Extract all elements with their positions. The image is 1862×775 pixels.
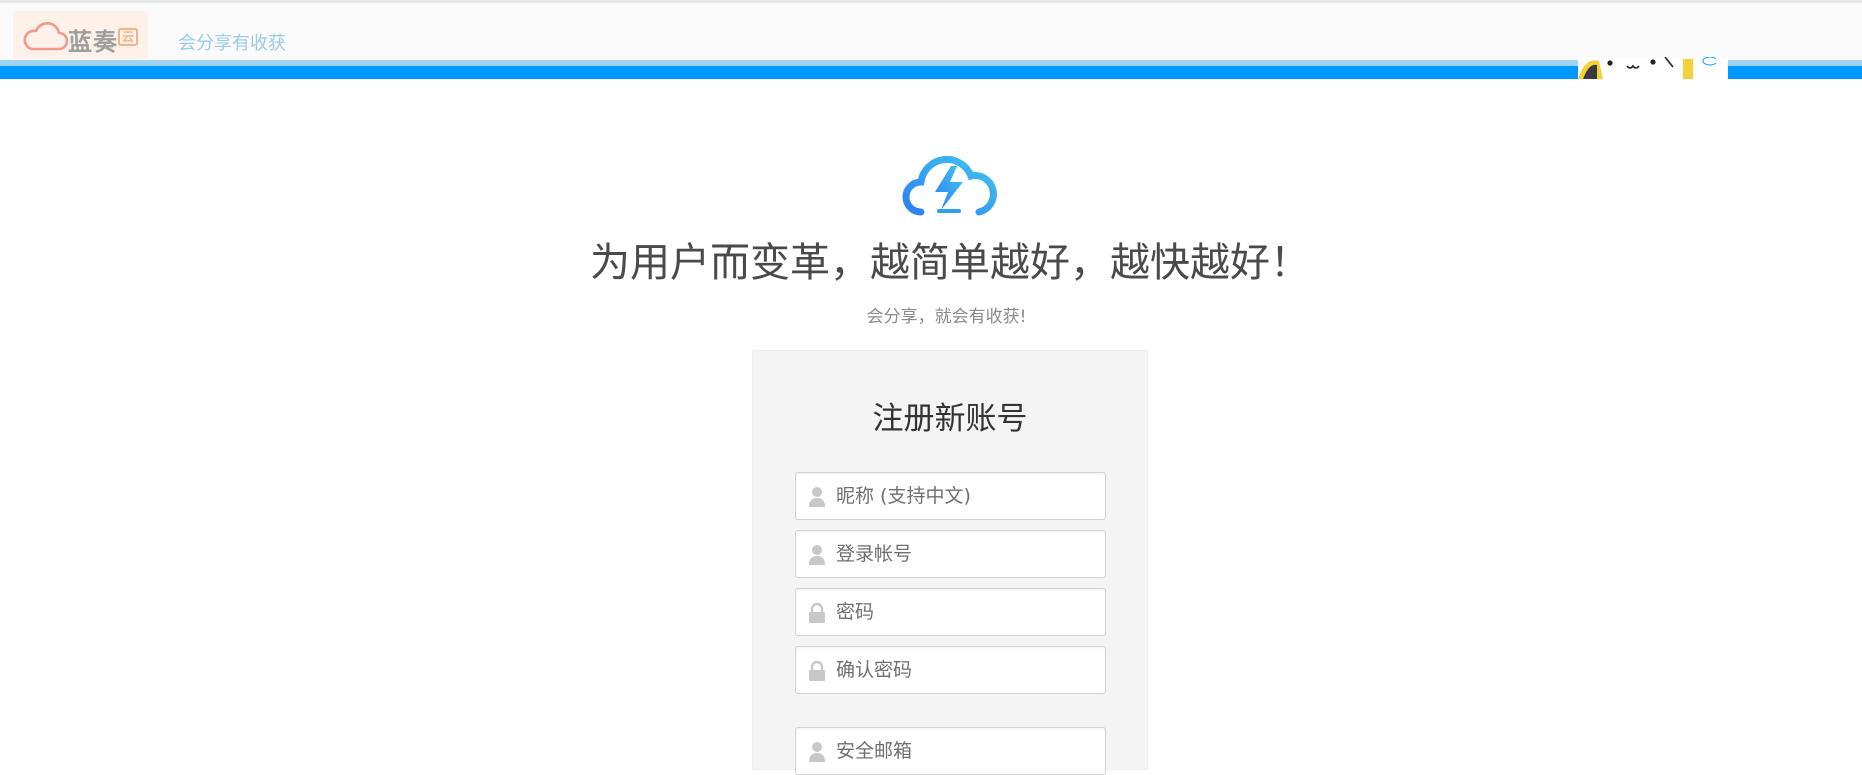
- logo-text: 蓝奏: [68, 28, 118, 56]
- cloud-icon: [23, 21, 69, 51]
- site-logo[interactable]: 蓝奏 云: [13, 11, 148, 59]
- user-icon: [809, 487, 825, 507]
- email-input[interactable]: [834, 728, 1099, 774]
- password-field: [795, 588, 1106, 636]
- site-header: 蓝奏 云 会分享有收获: [0, 3, 1862, 61]
- account-field: [795, 530, 1106, 578]
- hero-title: 为用户而变革，越简单越好，越快越好！: [590, 240, 1310, 286]
- confirm-password-field: [795, 646, 1106, 694]
- lock-icon: [809, 602, 825, 623]
- mascot-image: [1578, 57, 1728, 79]
- nickname-field: [795, 472, 1106, 520]
- lock-icon: [809, 660, 825, 681]
- user-icon: [809, 742, 825, 762]
- user-icon: [809, 545, 825, 565]
- hero-subtitle: 会分享，就会有收获!: [866, 307, 1027, 327]
- slogan-link[interactable]: 会分享有收获: [178, 29, 286, 55]
- confirm-password-input[interactable]: [834, 647, 1099, 693]
- email-field: [795, 727, 1106, 775]
- register-panel: 注册新账号: [752, 350, 1148, 775]
- password-input[interactable]: [834, 589, 1099, 635]
- cloud-lightning-icon: [902, 155, 997, 216]
- nickname-input[interactable]: [834, 473, 1099, 519]
- register-title: 注册新账号: [872, 401, 1028, 437]
- account-input[interactable]: [834, 531, 1099, 577]
- logo-badge: 云: [118, 28, 138, 46]
